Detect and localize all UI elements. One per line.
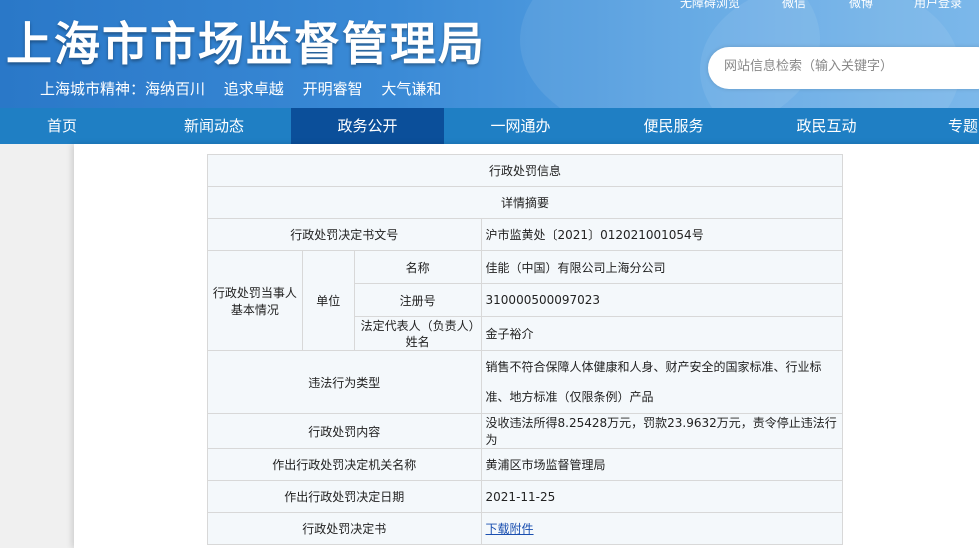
weibo-link[interactable]: 微博	[849, 0, 873, 11]
slogan-part: 开明睿智	[302, 80, 363, 98]
legal-rep-label: 法定代表人（负责人）姓名	[353, 316, 482, 351]
table-row: 作出行政处罚决定日期 2021-11-25	[207, 480, 844, 513]
authority-label: 作出行政处罚决定机关名称	[207, 448, 482, 481]
penalty-content-label: 行政处罚内容	[207, 413, 482, 449]
reg-no-value: 310000500097023	[480, 283, 844, 317]
table-row: 行政处罚内容 没收违法所得8.25428万元，罚款23.9632万元，责令停止违…	[207, 413, 844, 449]
nav-item-public-service[interactable]: 便民服务	[597, 108, 750, 144]
nav-item-one-stop-service[interactable]: 一网通办	[444, 108, 597, 144]
reg-no-label: 注册号	[353, 283, 482, 317]
slogan-part: 大气谦和	[381, 80, 442, 98]
site-search-box	[708, 47, 979, 89]
nav-item-government-affairs[interactable]: 政务公开	[291, 108, 444, 144]
download-attachment-link[interactable]: 下载附件	[486, 522, 534, 536]
decision-doc-cell: 下载附件	[480, 512, 844, 545]
doc-no-label: 行政处罚决定书文号	[207, 218, 482, 251]
doc-no-value: 沪市监黄处〔2021〕012021001054号	[480, 218, 844, 251]
table-subtitle: 详情摘要	[207, 186, 843, 219]
decision-date-label: 作出行政处罚决定日期	[207, 480, 482, 513]
table-row: 行政处罚当事人基本情况 单位 名称 佳能（中国）有限公司上海分公司	[207, 250, 844, 351]
table-row: 行政处罚决定书文号 沪市监黄处〔2021〕012021001054号	[207, 218, 844, 251]
table-title: 行政处罚信息	[207, 154, 843, 187]
decision-date-value: 2021-11-25	[480, 480, 844, 513]
user-login-link[interactable]: 用户登录	[914, 0, 962, 11]
slogan-part: 追求卓越	[223, 80, 284, 98]
nav-item-news[interactable]: 新闻动态	[136, 108, 292, 144]
header-banner: 无障碍浏览 微信 微博 用户登录 上海市市场监督管理局 上海城市精神：海纳百川 …	[0, 0, 979, 108]
party-label: 行政处罚当事人基本情况	[207, 250, 303, 351]
nav-item-interaction[interactable]: 政民互动	[750, 108, 903, 144]
wechat-link[interactable]: 微信	[782, 0, 806, 11]
name-value: 佳能（中国）有限公司上海分公司	[480, 250, 844, 284]
table-row: 行政处罚决定书 下载附件	[207, 512, 844, 545]
nav-item-topics[interactable]: 专题	[903, 108, 979, 144]
nav-item-home[interactable]: 首页	[0, 108, 124, 144]
city-slogan: 上海城市精神：海纳百川 追求卓越 开明睿智 大气谦和	[40, 78, 455, 99]
site-title[interactable]: 上海市市场监督管理局	[6, 16, 486, 72]
table-row: 作出行政处罚决定机关名称 黄浦区市场监督管理局	[207, 448, 844, 481]
accessibility-link[interactable]: 无障碍浏览	[680, 0, 740, 11]
top-links: 无障碍浏览 微信 微博 用户登录	[0, 0, 979, 10]
violation-type-value: 销售不符合保障人体健康和人身、财产安全的国家标准、行业标准、地方标准（仅限条例）…	[480, 350, 844, 414]
decision-doc-label: 行政处罚决定书	[207, 512, 482, 545]
authority-value: 黄浦区市场监督管理局	[480, 448, 844, 481]
legal-rep-value: 金子裕介	[480, 316, 844, 351]
table-row: 详情摘要	[207, 186, 843, 219]
search-input[interactable]	[722, 58, 976, 75]
unit-label: 单位	[301, 250, 355, 351]
penalty-content-value: 没收违法所得8.25428万元，罚款23.9632万元，责令停止违法行为	[480, 413, 844, 449]
table-row: 违法行为类型 销售不符合保障人体健康和人身、财产安全的国家标准、行业标准、地方标…	[207, 350, 844, 414]
main-nav: 首页 新闻动态 政务公开 一网通办 便民服务 政民互动 专题	[0, 108, 979, 144]
table-row: 行政处罚信息	[207, 154, 843, 187]
slogan-part: 上海城市精神：海纳百川	[40, 80, 206, 98]
violation-type-label: 违法行为类型	[207, 350, 482, 414]
penalty-info-table: 行政处罚信息 详情摘要 行政处罚决定书文号 沪市监黄处〔2021〕0120210…	[207, 154, 844, 545]
name-label: 名称	[353, 250, 482, 284]
